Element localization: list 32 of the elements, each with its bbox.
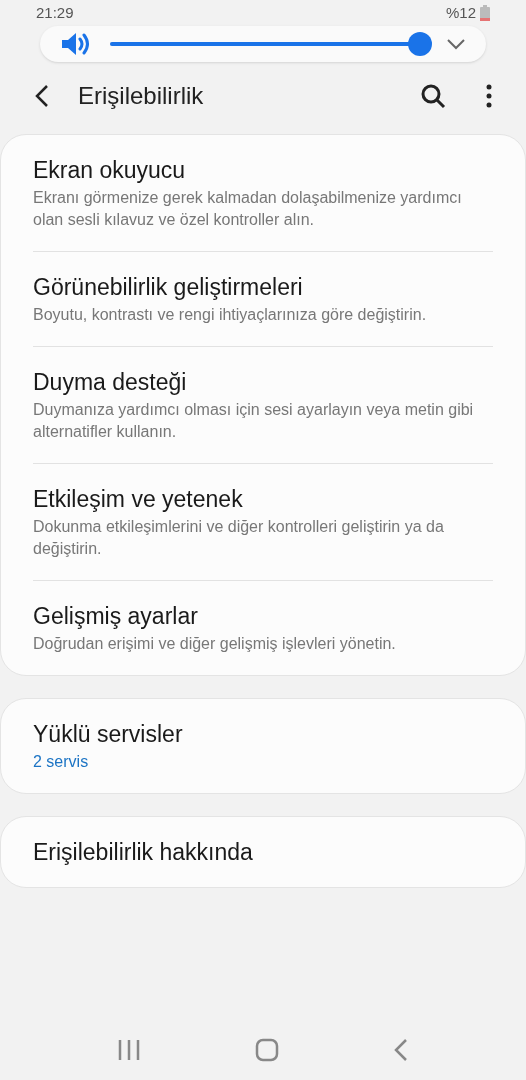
item-title: Ekran okuyucu [33,156,187,185]
battery-icon [480,5,490,21]
settings-item[interactable]: Yüklü servisler 2 servis [33,699,493,793]
search-icon[interactable] [420,83,446,109]
item-title: Yüklü servisler [33,720,184,749]
item-subtitle: Ekranı görmenize gerek kalmadan dolaşabilmenize yardımcı olan sesli kılavuz ve özel kontroller alın. [33,188,463,230]
item-subtitle: Duymanıza yardımcı olması için sesi ayarlayın veya metin gibi alternatifler kullanın. [33,400,475,442]
chevron-down-icon[interactable] [446,38,466,50]
item-title: Duyma desteği [33,368,188,397]
item-subtitle: Boyutu, kontrastı ve rengi ihtiyaçlarınıza göre değiştirin. [33,305,428,325]
item-title: Erişilebilirlik hakkında [33,838,254,867]
settings-item[interactable]: Gelişmiş ayarlar Doğrudan erişimi ve diğer gelişmiş işlevleri yönetin. [33,580,493,675]
status-time: 21:29 [36,2,74,23]
item-subtitle: Doğrudan erişimi ve diğer gelişmiş işlevleri yönetin. [33,634,397,654]
settings-item[interactable]: Görünebilirlik geliştirmeleri Boyutu, kontrastı ve rengi ihtiyaçlarınıza göre değiştirin. [33,251,493,346]
settings-item[interactable]: Ekran okuyucu Ekranı görmenize gerek kalmadan dolaşabilmenize yardımcı olan sesli kılavuz ve özel kontroller alın. [33,135,493,251]
item-title: Gelişmiş ayarlar [33,602,199,631]
battery-level: %12 [445,2,476,23]
item-title: Etkileşim ve yetenek [33,485,244,514]
item-subtitle: Dokunma etkileşimlerini ve diğer kontrolleri geliştirin ya da değiştirin. [33,517,445,559]
recent-apps-icon[interactable] [117,1039,141,1061]
item-title: Görünebilirlik geliştirmeleri [33,273,304,302]
settings-item[interactable]: Duyma desteği Duymanıza yardımcı olması için sesi ayarlayın veya metin gibi alternatifler kullanın. [33,346,493,463]
settings-item[interactable]: Erişilebilirlik hakkında [33,817,493,887]
back-icon[interactable] [393,1038,409,1062]
item-subtitle: 2 servis [33,752,90,772]
settings-item[interactable]: Etkileşim ve yetenek Dokunma etkileşimlerini ve diğer kontrolleri geliştirin ya da değiştirin. [33,463,493,580]
home-icon[interactable] [255,1038,279,1062]
page-title: Erişilebilirlik [78,81,205,111]
volume-thumb[interactable] [407,32,432,56]
speaker-icon[interactable] [60,31,90,57]
more-options-icon[interactable] [486,84,492,108]
